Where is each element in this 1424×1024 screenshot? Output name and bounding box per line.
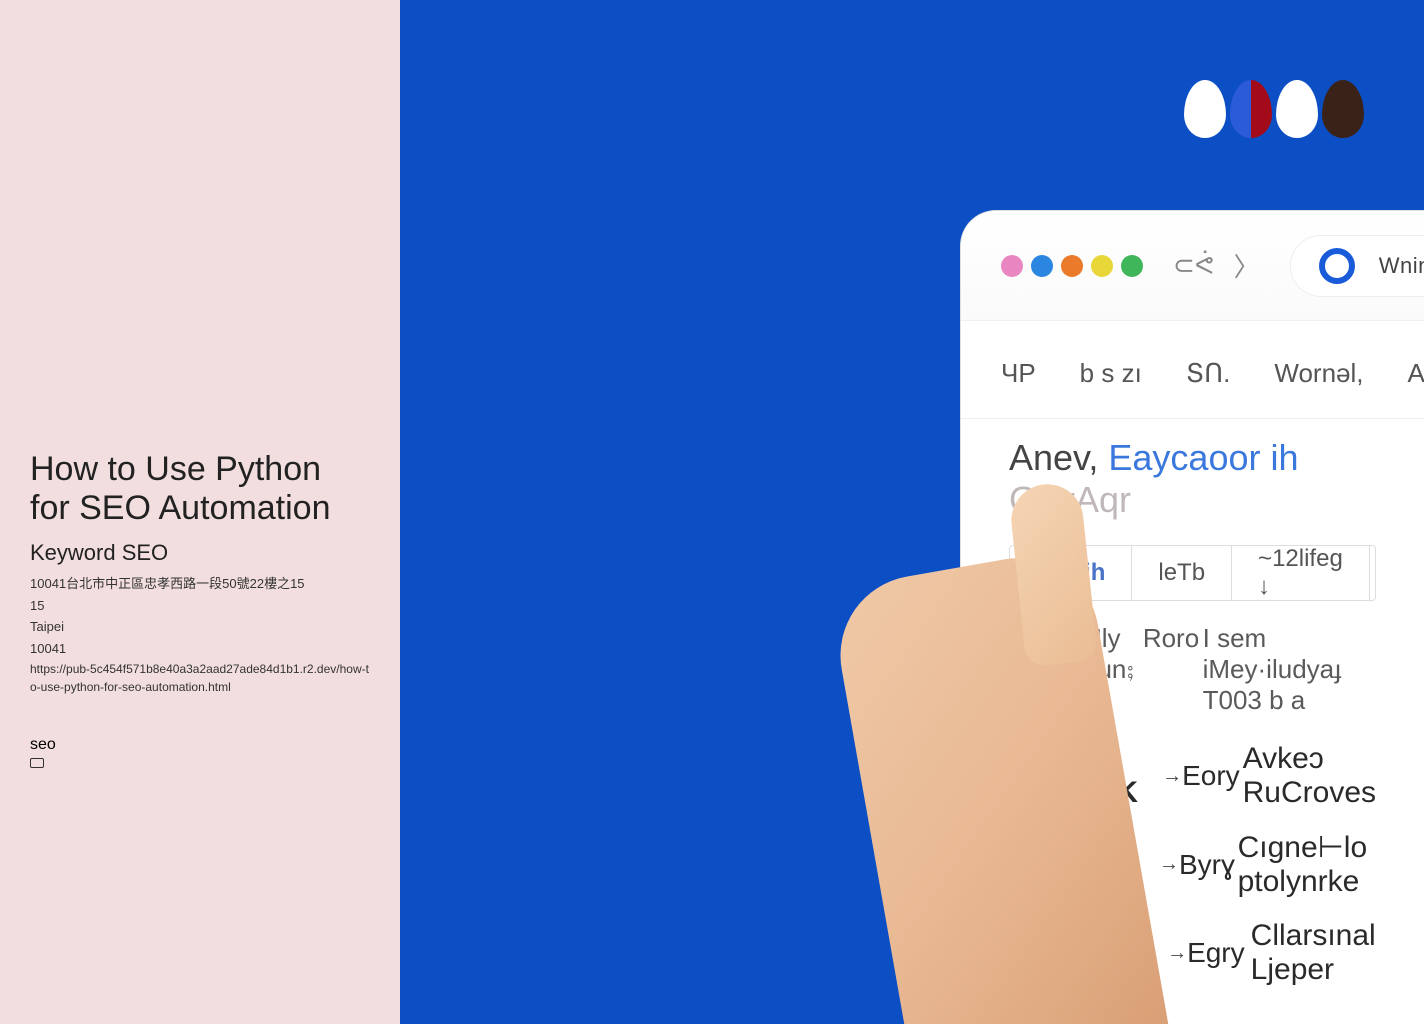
page-title: How to Use Python for SEO Automation xyxy=(30,450,370,528)
address-bar[interactable]: Wnind Spolech Qvsarroning ?nats Qitl ·· … xyxy=(1290,235,1424,297)
meta-line2: 15 xyxy=(30,596,370,616)
filter-3[interactable]: ~12lifeɡ ↓ xyxy=(1232,546,1370,600)
traffic-light-blue[interactable] xyxy=(1031,255,1053,277)
tag-label: seo xyxy=(30,736,370,754)
filter-4[interactable]: lion xyxy=(1370,546,1376,600)
logo-part-1 xyxy=(1184,80,1226,138)
tab-3[interactable]: ՏՈ. xyxy=(1186,358,1231,389)
traffic-light-orange[interactable] xyxy=(1061,255,1083,277)
expand-icon xyxy=(30,758,44,768)
browser-window: ⊂ᕚ 〉 Wnind Spolech Qvsarroning ?nats Qit… xyxy=(960,210,1424,1024)
addr-circle-icon xyxy=(1319,248,1355,284)
meta-url[interactable]: https://pub-5c454f571b8e40a3a2aad27ade84… xyxy=(30,660,370,696)
th-2: Roro xyxy=(1143,623,1203,716)
tab-2[interactable]: b s zı xyxy=(1080,358,1142,389)
tab-1[interactable]: ЧР xyxy=(1001,358,1036,389)
logo-part-3 xyxy=(1276,80,1318,138)
page-subtitle: Keyword SEO xyxy=(30,540,370,566)
tab-5[interactable]: Augpr xyxy=(1408,358,1424,389)
traffic-light-yellow[interactable] xyxy=(1091,255,1113,277)
traffic-light-green[interactable] xyxy=(1121,255,1143,277)
traffic-light-pink[interactable] xyxy=(1001,255,1023,277)
tab-strip: ЧР b s zı ՏՈ. Wornəl, Augpr ƒ Tẽ Tigerv,… xyxy=(961,321,1424,419)
meta-zip: 10041 xyxy=(30,639,370,659)
forward-icon[interactable]: 〉 xyxy=(1234,247,1260,284)
meta-city: Taipei xyxy=(30,617,370,637)
traffic-lights xyxy=(1001,255,1143,277)
logo-part-2 xyxy=(1230,80,1272,138)
tab-4[interactable]: Wornəl, xyxy=(1274,358,1363,389)
logo-cluster xyxy=(1184,80,1364,138)
address-text: Wnind Spolech Qvsarroning ?nats Qitl ·· … xyxy=(1379,253,1424,279)
th-3: I sem iMey·iludyaɟ T003 b a xyxy=(1203,623,1376,716)
meta-address: 10041台北市中正區忠孝西路一段50號22樓之15 xyxy=(30,574,370,594)
nav-glyph-icon[interactable]: ⊂ᕚ xyxy=(1173,250,1214,281)
filter-2[interactable]: leTb xyxy=(1132,546,1232,600)
logo-part-4 xyxy=(1322,80,1364,138)
